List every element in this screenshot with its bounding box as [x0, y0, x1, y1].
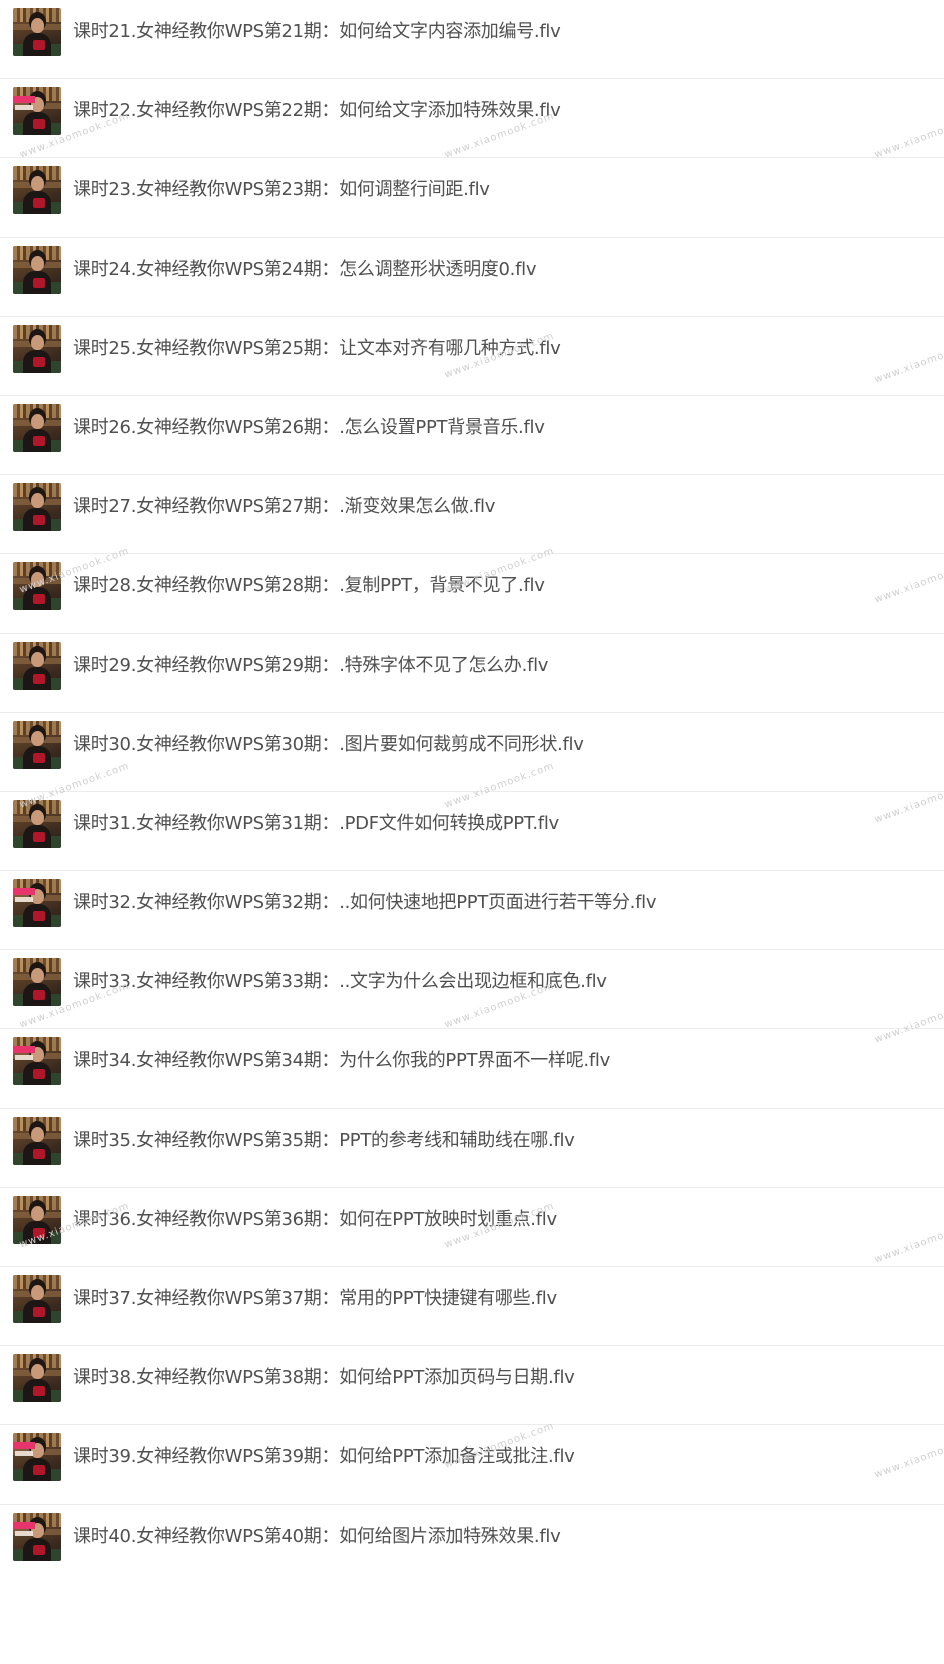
file-title[interactable]: 课时35.女神经教你WPS第35期：PPT的参考线和辅助线在哪.flv: [73, 1129, 575, 1153]
video-thumbnail[interactable]: [13, 799, 61, 848]
video-thumbnail[interactable]: [13, 1354, 61, 1403]
video-thumbnail[interactable]: [13, 879, 61, 928]
file-title[interactable]: 课时36.女神经教你WPS第36期：如何在PPT放映时划重点.flv: [73, 1208, 557, 1232]
file-title[interactable]: 课时22.女神经教你WPS第22期：如何给文字添加特殊效果.flv: [73, 99, 561, 123]
file-row[interactable]: 课时32.女神经教你WPS第32期：..如何快速地把PPT页面进行若干等分.fl…: [0, 871, 944, 951]
file-row[interactable]: 课时33.女神经教你WPS第33期：..文字为什么会出现边框和底色.flv: [0, 950, 944, 1030]
file-title[interactable]: 课时31.女神经教你WPS第31期：.PDF文件如何转换成PPT.flv: [73, 812, 559, 836]
file-row[interactable]: 课时40.女神经教你WPS第40期：如何给图片添加特殊效果.flv: [0, 1505, 944, 1585]
file-row[interactable]: 课时35.女神经教你WPS第35期：PPT的参考线和辅助线在哪.flv: [0, 1109, 944, 1188]
video-thumbnail[interactable]: [13, 720, 61, 769]
file-title[interactable]: 课时33.女神经教你WPS第33期：..文字为什么会出现边框和底色.flv: [73, 970, 607, 994]
video-thumbnail[interactable]: [13, 1275, 61, 1323]
file-title[interactable]: 课时26.女神经教你WPS第26期：.怎么设置PPT背景音乐.flv: [73, 416, 545, 440]
file-title[interactable]: 课时30.女神经教你WPS第30期：.图片要如何裁剪成不同形状.flv: [73, 733, 584, 757]
file-row[interactable]: 课时38.女神经教你WPS第38期：如何给PPT添加页码与日期.flv: [0, 1346, 944, 1426]
video-thumbnail[interactable]: [13, 1512, 61, 1561]
video-thumbnail[interactable]: [13, 166, 61, 215]
video-thumbnail[interactable]: [13, 562, 61, 611]
video-thumbnail[interactable]: [13, 324, 61, 373]
file-row[interactable]: 课时37.女神经教你WPS第37期：常用的PPT快捷键有哪些.flv: [0, 1267, 944, 1347]
video-thumbnail[interactable]: [13, 1116, 61, 1165]
file-title[interactable]: 课时21.女神经教你WPS第21期：如何给文字内容添加编号.flv: [73, 20, 561, 44]
video-thumbnail[interactable]: [13, 1195, 61, 1244]
file-title[interactable]: 课时29.女神经教你WPS第29期：.特殊字体不见了怎么办.flv: [73, 654, 548, 678]
file-title[interactable]: 课时32.女神经教你WPS第32期：..如何快速地把PPT页面进行若干等分.fl…: [73, 891, 656, 915]
file-title[interactable]: 课时37.女神经教你WPS第37期：常用的PPT快捷键有哪些.flv: [73, 1287, 557, 1311]
video-thumbnail[interactable]: [13, 958, 61, 1007]
video-thumbnail[interactable]: [13, 403, 61, 452]
file-row[interactable]: 课时21.女神经教你WPS第21期：如何给文字内容添加编号.flv: [0, 0, 944, 80]
file-title[interactable]: 课时40.女神经教你WPS第40期：如何给图片添加特殊效果.flv: [73, 1525, 561, 1549]
file-row[interactable]: 课时30.女神经教你WPS第30期：.图片要如何裁剪成不同形状.flv: [0, 713, 944, 792]
file-title[interactable]: 课时23.女神经教你WPS第23期：如何调整行间距.flv: [73, 178, 490, 202]
file-title[interactable]: 课时27.女神经教你WPS第27期：.渐变效果怎么做.flv: [73, 495, 495, 519]
file-row[interactable]: 课时24.女神经教你WPS第24期：怎么调整形状透明度0.flv: [0, 238, 944, 317]
video-thumbnail[interactable]: [13, 8, 61, 56]
file-row[interactable]: 课时27.女神经教你WPS第27期：.渐变效果怎么做.flv: [0, 475, 944, 555]
video-thumbnail[interactable]: [13, 1037, 61, 1086]
file-title[interactable]: 课时38.女神经教你WPS第38期：如何给PPT添加页码与日期.flv: [73, 1366, 575, 1390]
file-row[interactable]: 课时39.女神经教你WPS第39期：如何给PPT添加备注或批注.flv: [0, 1425, 944, 1505]
video-thumbnail[interactable]: [13, 245, 61, 294]
video-thumbnail[interactable]: [13, 1433, 61, 1482]
file-row[interactable]: 课时26.女神经教你WPS第26期：.怎么设置PPT背景音乐.flv: [0, 396, 944, 476]
file-title[interactable]: 课时24.女神经教你WPS第24期：怎么调整形状透明度0.flv: [73, 258, 536, 282]
video-thumbnail[interactable]: [13, 483, 61, 532]
file-row[interactable]: 课时22.女神经教你WPS第22期：如何给文字添加特殊效果.flv: [0, 79, 944, 159]
file-row[interactable]: 课时31.女神经教你WPS第31期：.PDF文件如何转换成PPT.flv: [0, 792, 944, 872]
file-row[interactable]: 课时29.女神经教你WPS第29期：.特殊字体不见了怎么办.flv: [0, 634, 944, 713]
file-row[interactable]: 课时34.女神经教你WPS第34期：为什么你我的PPT界面不一样呢.flv: [0, 1029, 944, 1109]
file-title[interactable]: 课时34.女神经教你WPS第34期：为什么你我的PPT界面不一样呢.flv: [73, 1049, 610, 1073]
video-thumbnail[interactable]: [13, 87, 61, 136]
file-title[interactable]: 课时25.女神经教你WPS第25期：让文本对齐有哪几种方式.flv: [73, 337, 561, 361]
file-row[interactable]: 课时36.女神经教你WPS第36期：如何在PPT放映时划重点.flv: [0, 1188, 944, 1267]
file-row[interactable]: 课时25.女神经教你WPS第25期：让文本对齐有哪几种方式.flv: [0, 317, 944, 396]
file-title[interactable]: 课时39.女神经教你WPS第39期：如何给PPT添加备注或批注.flv: [73, 1445, 575, 1469]
video-thumbnail[interactable]: [13, 641, 61, 690]
file-row[interactable]: 课时28.女神经教你WPS第28期：.复制PPT，背景不见了.flv: [0, 554, 944, 634]
file-row[interactable]: 课时23.女神经教你WPS第23期：如何调整行间距.flv: [0, 158, 944, 238]
file-title[interactable]: 课时28.女神经教你WPS第28期：.复制PPT，背景不见了.flv: [73, 574, 545, 598]
video-file-list: 课时21.女神经教你WPS第21期：如何给文字内容添加编号.flv 课时22.女神…: [0, 0, 944, 1585]
